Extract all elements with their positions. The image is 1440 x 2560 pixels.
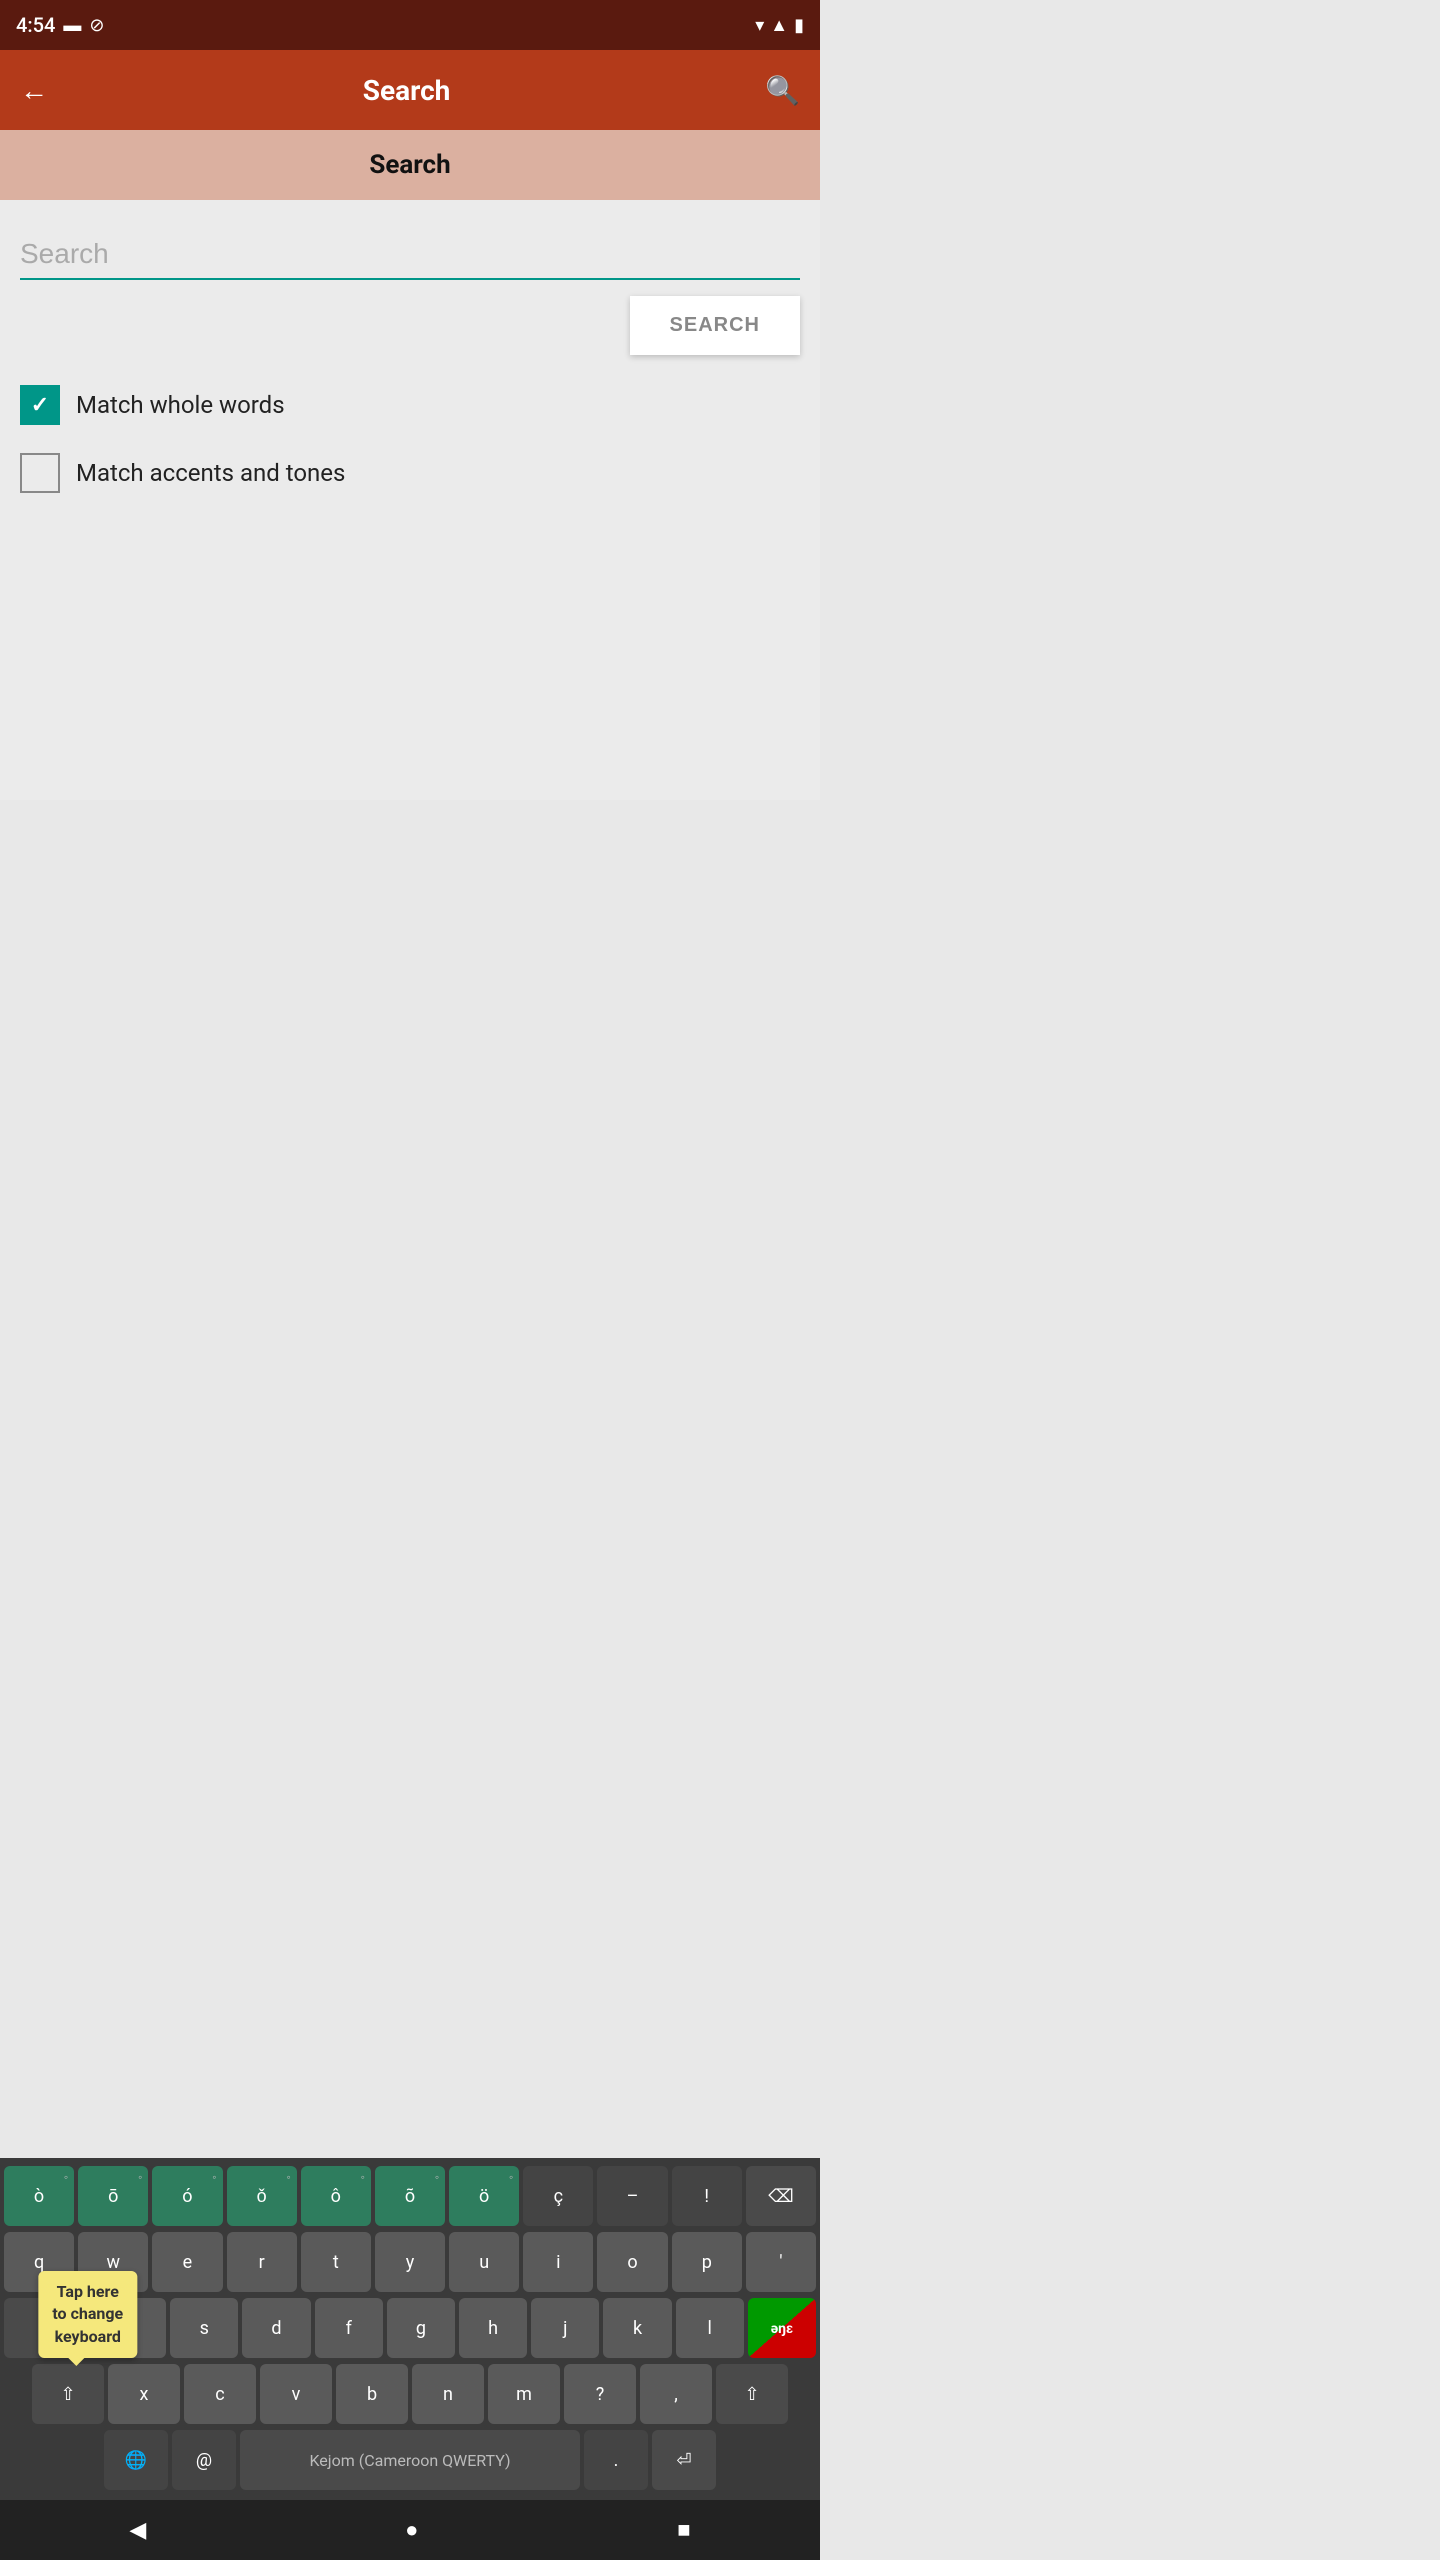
nav-back-button[interactable]: ◀ — [129, 2518, 146, 2543]
nav-home-button[interactable]: ● — [405, 2517, 418, 2543]
sim-card-icon: ▬ — [63, 15, 81, 36]
keyboard-row-1: ò◦ ō◦ ó◦ ǒ◦ ô◦ õ◦ ö◦ ç – ! ⌫ — [4, 2166, 816, 2226]
key-comma[interactable]: , — [640, 2364, 712, 2424]
key-p[interactable]: p — [672, 2232, 742, 2292]
key-h[interactable]: h — [459, 2298, 527, 2358]
status-bar: 4:54 ▬ ⊘ ▾ ▲ ▮ — [0, 0, 820, 50]
keyboard-row-4: Tap hereto changekeyboard ⇧ x c v b n m … — [4, 2364, 816, 2424]
key-e[interactable]: e — [152, 2232, 222, 2292]
key-globe[interactable]: 🌐 — [104, 2430, 168, 2490]
key-o[interactable]: o — [597, 2232, 667, 2292]
key-g[interactable]: g — [387, 2298, 455, 2358]
checkmark-icon: ✓ — [31, 393, 49, 418]
battery-icon: ▮ — [794, 15, 804, 36]
key-k[interactable]: k — [603, 2298, 671, 2358]
key-m[interactable]: m — [488, 2364, 560, 2424]
tooltip-bubble: Tap hereto changekeyboard — [38, 2271, 137, 2358]
match-whole-words-row: ✓ Match whole words — [20, 385, 800, 425]
key-at[interactable]: @ — [172, 2430, 236, 2490]
key-enter[interactable]: ⏎ — [652, 2430, 716, 2490]
nav-bar: ◀ ● ■ — [0, 2500, 820, 2560]
nav-recents-button[interactable]: ■ — [677, 2517, 690, 2543]
sub-header-title: Search — [369, 150, 450, 180]
keyboard: ò◦ ō◦ ó◦ ǒ◦ ô◦ õ◦ ö◦ ç – ! ⌫ q w e r t y… — [0, 2158, 820, 2500]
key-b[interactable]: b — [336, 2364, 408, 2424]
search-icon[interactable]: 🔍 — [765, 74, 800, 107]
key-v[interactable]: v — [260, 2364, 332, 2424]
key-y[interactable]: y — [375, 2232, 445, 2292]
key-flag-language[interactable]: əŋɛ — [748, 2298, 816, 2358]
match-whole-words-checkbox[interactable]: ✓ — [20, 385, 60, 425]
key-t[interactable]: t — [301, 2232, 371, 2292]
search-btn-row: SEARCH — [20, 296, 800, 355]
app-bar: ← Search 🔍 — [0, 50, 820, 130]
key-shift-right[interactable]: ⇧ — [716, 2364, 788, 2424]
key-question[interactable]: ? — [564, 2364, 636, 2424]
key-caron-o[interactable]: ǒ◦ — [227, 2166, 297, 2226]
match-accents-row: Match accents and tones — [20, 453, 800, 493]
key-s[interactable]: s — [170, 2298, 238, 2358]
key-c[interactable]: c — [184, 2364, 256, 2424]
key-period[interactable]: . — [584, 2430, 648, 2490]
key-exclaim[interactable]: ! — [672, 2166, 742, 2226]
tooltip-wrapper: Tap hereto changekeyboard ⇧ — [32, 2364, 104, 2424]
key-f[interactable]: f — [315, 2298, 383, 2358]
keyboard-row-5: 🌐 @ Kejom (Cameroon QWERTY) . ⏎ — [4, 2430, 816, 2490]
match-whole-words-label: Match whole words — [76, 391, 285, 419]
key-d[interactable]: d — [242, 2298, 310, 2358]
key-tilde-o[interactable]: õ◦ — [375, 2166, 445, 2226]
key-cedilla[interactable]: ç — [523, 2166, 593, 2226]
search-input[interactable] — [20, 230, 800, 280]
spacebar-key[interactable]: Kejom (Cameroon QWERTY) — [240, 2430, 580, 2490]
backspace-key[interactable]: ⌫ — [746, 2166, 816, 2226]
search-button[interactable]: SEARCH — [630, 296, 800, 355]
key-j[interactable]: j — [531, 2298, 599, 2358]
sub-header: Search — [0, 130, 820, 200]
wifi-icon: ▾ — [755, 15, 764, 36]
back-button[interactable]: ← — [20, 74, 48, 107]
key-u[interactable]: u — [449, 2232, 519, 2292]
content-area: SEARCH ✓ Match whole words Match accents… — [0, 200, 820, 800]
key-l[interactable]: l — [676, 2298, 744, 2358]
key-grave-o[interactable]: ò◦ — [4, 2166, 74, 2226]
key-apostrophe[interactable]: ' — [746, 2232, 816, 2292]
do-not-disturb-icon: ⊘ — [89, 15, 104, 36]
key-dash[interactable]: – — [597, 2166, 667, 2226]
key-r[interactable]: r — [227, 2232, 297, 2292]
key-uml-o[interactable]: ö◦ — [449, 2166, 519, 2226]
key-acute-o[interactable]: ó◦ — [152, 2166, 222, 2226]
key-n[interactable]: n — [412, 2364, 484, 2424]
app-bar-title: Search — [363, 74, 451, 107]
search-input-wrapper — [20, 230, 800, 280]
key-i[interactable]: i — [523, 2232, 593, 2292]
match-accents-label: Match accents and tones — [76, 459, 345, 487]
key-x[interactable]: x — [108, 2364, 180, 2424]
key-circ-o[interactable]: ô◦ — [301, 2166, 371, 2226]
signal-icon: ▲ — [770, 15, 788, 36]
match-accents-checkbox[interactable] — [20, 453, 60, 493]
key-macron-o[interactable]: ō◦ — [78, 2166, 148, 2226]
status-time: 4:54 — [16, 13, 55, 37]
